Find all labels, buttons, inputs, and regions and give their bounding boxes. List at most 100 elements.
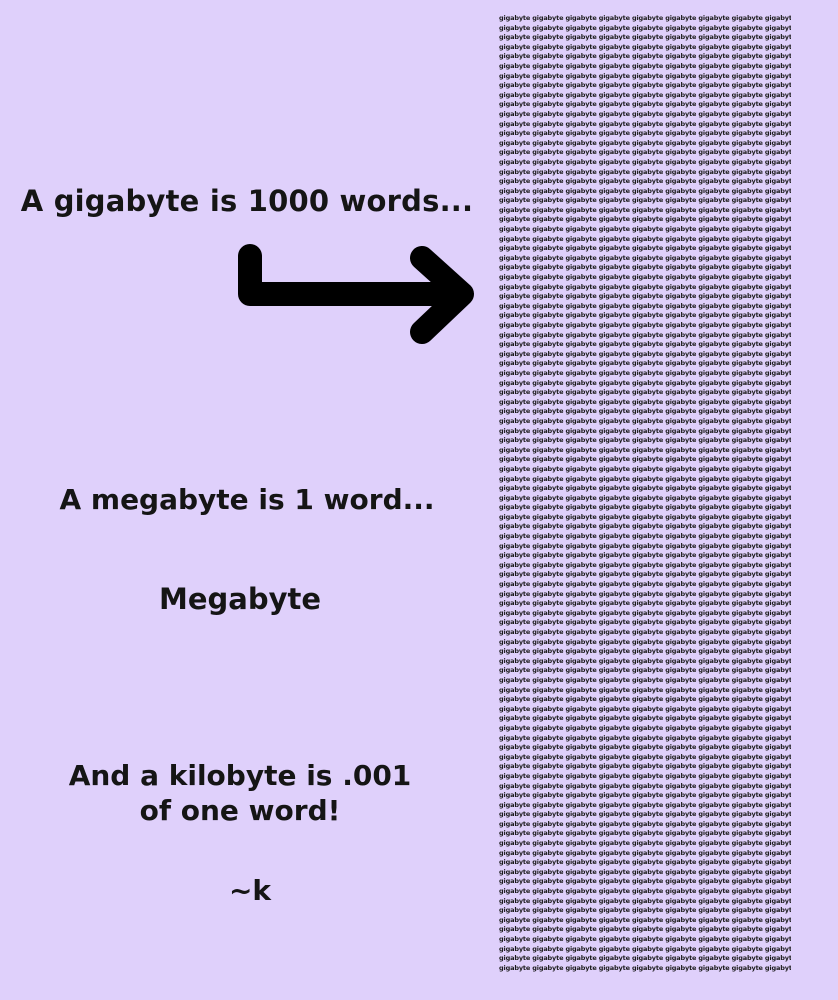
gigabyte-word-row: gigabyte gigabyte gigabyte gigabyte giga… (499, 340, 791, 349)
gigabyte-word-row: gigabyte gigabyte gigabyte gigabyte giga… (499, 90, 791, 99)
gigabyte-word-row: gigabyte gigabyte gigabyte gigabyte giga… (499, 301, 791, 310)
gigabyte-word-row: gigabyte gigabyte gigabyte gigabyte giga… (499, 829, 791, 838)
gigabyte-word-row: gigabyte gigabyte gigabyte gigabyte giga… (499, 704, 791, 713)
gigabyte-word-row: gigabyte gigabyte gigabyte gigabyte giga… (499, 244, 791, 253)
gigabyte-word-row: gigabyte gigabyte gigabyte gigabyte giga… (499, 560, 791, 569)
gigabyte-word-row: gigabyte gigabyte gigabyte gigabyte giga… (499, 839, 791, 848)
megabyte-word: Megabyte (158, 582, 322, 616)
gigabyte-word-row: gigabyte gigabyte gigabyte gigabyte giga… (499, 608, 791, 617)
kilobyte-caption-line1: And a kilobyte is .001 (68, 759, 412, 792)
gigabyte-word-row: gigabyte gigabyte gigabyte gigabyte giga… (499, 368, 791, 377)
gigabyte-word-row: gigabyte gigabyte gigabyte gigabyte giga… (499, 397, 791, 406)
gigabyte-word-row: gigabyte gigabyte gigabyte gigabyte giga… (499, 532, 791, 541)
gigabyte-word-row: gigabyte gigabyte gigabyte gigabyte giga… (499, 580, 791, 589)
gigabyte-word-row: gigabyte gigabyte gigabyte gigabyte giga… (499, 234, 791, 243)
gigabyte-word-row: gigabyte gigabyte gigabyte gigabyte giga… (499, 618, 791, 627)
gigabyte-word-row: gigabyte gigabyte gigabyte gigabyte giga… (499, 781, 791, 790)
gigabyte-word-row: gigabyte gigabyte gigabyte gigabyte giga… (499, 330, 791, 339)
gigabyte-word-row: gigabyte gigabyte gigabyte gigabyte giga… (499, 61, 791, 70)
gigabyte-word-row: gigabyte gigabyte gigabyte gigabyte giga… (499, 915, 791, 924)
kilobyte-caption: And a kilobyte is .001 of one word! (40, 758, 440, 828)
gigabyte-word-row: gigabyte gigabyte gigabyte gigabyte giga… (499, 436, 791, 445)
gigabyte-word-row: gigabyte gigabyte gigabyte gigabyte giga… (499, 656, 791, 665)
gigabyte-word-row: gigabyte gigabyte gigabyte gigabyte giga… (499, 858, 791, 867)
gigabyte-word-row: gigabyte gigabyte gigabyte gigabyte giga… (499, 887, 791, 896)
gigabyte-word-row: gigabyte gigabyte gigabyte gigabyte giga… (499, 647, 791, 656)
gigabyte-word-row: gigabyte gigabyte gigabyte gigabyte giga… (499, 148, 791, 157)
gigabyte-word-row: gigabyte gigabyte gigabyte gigabyte giga… (499, 253, 791, 262)
gigabyte-word-row: gigabyte gigabyte gigabyte gigabyte giga… (499, 493, 791, 502)
gigabyte-word-row: gigabyte gigabyte gigabyte gigabyte giga… (499, 522, 791, 531)
right-arrow-icon (238, 244, 474, 344)
gigabyte-word-row: gigabyte gigabyte gigabyte gigabyte giga… (499, 963, 791, 972)
gigabyte-word-row: gigabyte gigabyte gigabyte gigabyte giga… (499, 935, 791, 943)
gigabyte-word-row: gigabyte gigabyte gigabyte gigabyte giga… (499, 71, 791, 80)
gigabyte-word-row: gigabyte gigabyte gigabyte gigabyte giga… (499, 848, 791, 857)
gigabyte-word-row: gigabyte gigabyte gigabyte gigabyte giga… (499, 196, 791, 205)
gigabyte-word-row: gigabyte gigabyte gigabyte gigabyte giga… (499, 81, 791, 90)
gigabyte-word-row: gigabyte gigabyte gigabyte gigabyte giga… (499, 503, 791, 512)
gigabyte-word-row: gigabyte gigabyte gigabyte gigabyte giga… (499, 819, 791, 828)
gigabyte-word-row: gigabyte gigabyte gigabyte gigabyte giga… (499, 292, 791, 301)
gigabyte-word-row: gigabyte gigabyte gigabyte gigabyte giga… (499, 666, 791, 675)
gigabyte-word-row: gigabyte gigabyte gigabyte gigabyte giga… (499, 445, 791, 454)
gigabyte-word-row: gigabyte gigabyte gigabyte gigabyte giga… (499, 512, 791, 521)
megabyte-caption: A megabyte is 1 word... (59, 483, 435, 516)
gigabyte-word-row: gigabyte gigabyte gigabyte gigabyte giga… (499, 138, 791, 147)
gigabyte-word-row: gigabyte gigabyte gigabyte gigabyte giga… (499, 954, 791, 963)
gigabyte-word-row: gigabyte gigabyte gigabyte gigabyte giga… (499, 906, 791, 915)
gigabyte-word-row: gigabyte gigabyte gigabyte gigabyte giga… (499, 589, 791, 598)
gigabyte-word-row: gigabyte gigabyte gigabyte gigabyte giga… (499, 637, 791, 646)
gigabyte-word-row: gigabyte gigabyte gigabyte gigabyte giga… (499, 599, 791, 608)
gigabyte-word-row: gigabyte gigabyte gigabyte gigabyte giga… (499, 810, 791, 819)
gigabyte-word-row: gigabyte gigabyte gigabyte gigabyte giga… (499, 52, 791, 61)
gigabyte-word-row: gigabyte gigabyte gigabyte gigabyte giga… (499, 119, 791, 128)
gigabyte-word-row: gigabyte gigabyte gigabyte gigabyte giga… (499, 388, 791, 397)
gigabyte-word-row: gigabyte gigabyte gigabyte gigabyte giga… (499, 349, 791, 358)
gigabyte-word-row: gigabyte gigabyte gigabyte gigabyte giga… (499, 282, 791, 291)
gigabyte-word-row: gigabyte gigabyte gigabyte gigabyte giga… (499, 743, 791, 752)
gigabyte-word-row: gigabyte gigabyte gigabyte gigabyte giga… (499, 42, 791, 51)
gigabyte-word-row: gigabyte gigabyte gigabyte gigabyte giga… (499, 474, 791, 483)
gigabyte-word-row: gigabyte gigabyte gigabyte gigabyte giga… (499, 925, 791, 934)
gigabyte-word-row: gigabyte gigabyte gigabyte gigabyte giga… (499, 944, 791, 953)
gigabyte-word-row: gigabyte gigabyte gigabyte gigabyte giga… (499, 129, 791, 138)
gigabyte-word-row: gigabyte gigabyte gigabyte gigabyte giga… (499, 378, 791, 387)
gigabyte-word-row: gigabyte gigabyte gigabyte gigabyte giga… (499, 215, 791, 224)
gigabyte-word-row: gigabyte gigabyte gigabyte gigabyte giga… (499, 273, 791, 282)
gigabyte-word-row: gigabyte gigabyte gigabyte gigabyte giga… (499, 321, 791, 329)
gigabyte-word-row: gigabyte gigabyte gigabyte gigabyte giga… (499, 186, 791, 195)
gigabyte-word-row: gigabyte gigabyte gigabyte gigabyte giga… (499, 109, 791, 118)
gigabyte-word-row: gigabyte gigabyte gigabyte gigabyte giga… (499, 714, 791, 723)
signature: ~k (228, 874, 272, 907)
gigabyte-word-row: gigabyte gigabyte gigabyte gigabyte giga… (499, 570, 791, 579)
gigabyte-caption: A gigabyte is 1000 words... (20, 184, 474, 218)
gigabyte-word-row: gigabyte gigabyte gigabyte gigabyte giga… (499, 426, 791, 435)
gigabyte-word-row: gigabyte gigabyte gigabyte gigabyte giga… (499, 896, 791, 905)
gigabyte-word-row: gigabyte gigabyte gigabyte gigabyte giga… (499, 33, 791, 42)
gigabyte-word-row: gigabyte gigabyte gigabyte gigabyte giga… (499, 177, 791, 186)
gigabyte-word-row: gigabyte gigabyte gigabyte gigabyte giga… (499, 416, 791, 425)
gigabyte-word-row: gigabyte gigabyte gigabyte gigabyte giga… (499, 762, 791, 771)
gigabyte-word-row: gigabyte gigabyte gigabyte gigabyte giga… (499, 695, 791, 704)
kilobyte-caption-line2: of one word! (139, 794, 341, 827)
gigabyte-word-row: gigabyte gigabyte gigabyte gigabyte giga… (499, 541, 791, 550)
gigabyte-word-row: gigabyte gigabyte gigabyte gigabyte giga… (499, 752, 791, 761)
gigabyte-word-row: gigabyte gigabyte gigabyte gigabyte giga… (499, 407, 791, 416)
gigabyte-word-row: gigabyte gigabyte gigabyte gigabyte giga… (499, 733, 791, 742)
gigabyte-word-row: gigabyte gigabyte gigabyte gigabyte giga… (499, 675, 791, 684)
gigabyte-word-row: gigabyte gigabyte gigabyte gigabyte giga… (499, 167, 791, 176)
gigabyte-word-row: gigabyte gigabyte gigabyte gigabyte giga… (499, 685, 791, 694)
gigabyte-word-row: gigabyte gigabyte gigabyte gigabyte giga… (499, 791, 791, 800)
gigabyte-word-row: gigabyte gigabyte gigabyte gigabyte giga… (499, 205, 791, 214)
gigabyte-word-row: gigabyte gigabyte gigabyte gigabyte giga… (499, 225, 791, 234)
gigabyte-word-row: gigabyte gigabyte gigabyte gigabyte giga… (499, 771, 791, 780)
gigabyte-word-row: gigabyte gigabyte gigabyte gigabyte giga… (499, 628, 791, 636)
gigabyte-word-row: gigabyte gigabyte gigabyte gigabyte giga… (499, 14, 791, 22)
gigabyte-word-row: gigabyte gigabyte gigabyte gigabyte giga… (499, 359, 791, 368)
gigabyte-word-row: gigabyte gigabyte gigabyte gigabyte giga… (499, 263, 791, 272)
gigabyte-word-row: gigabyte gigabyte gigabyte gigabyte giga… (499, 551, 791, 560)
gigabyte-word-row: gigabyte gigabyte gigabyte gigabyte giga… (499, 311, 791, 320)
gigabyte-word-row: gigabyte gigabyte gigabyte gigabyte giga… (499, 723, 791, 732)
gigabyte-word-row: gigabyte gigabyte gigabyte gigabyte giga… (499, 484, 791, 493)
